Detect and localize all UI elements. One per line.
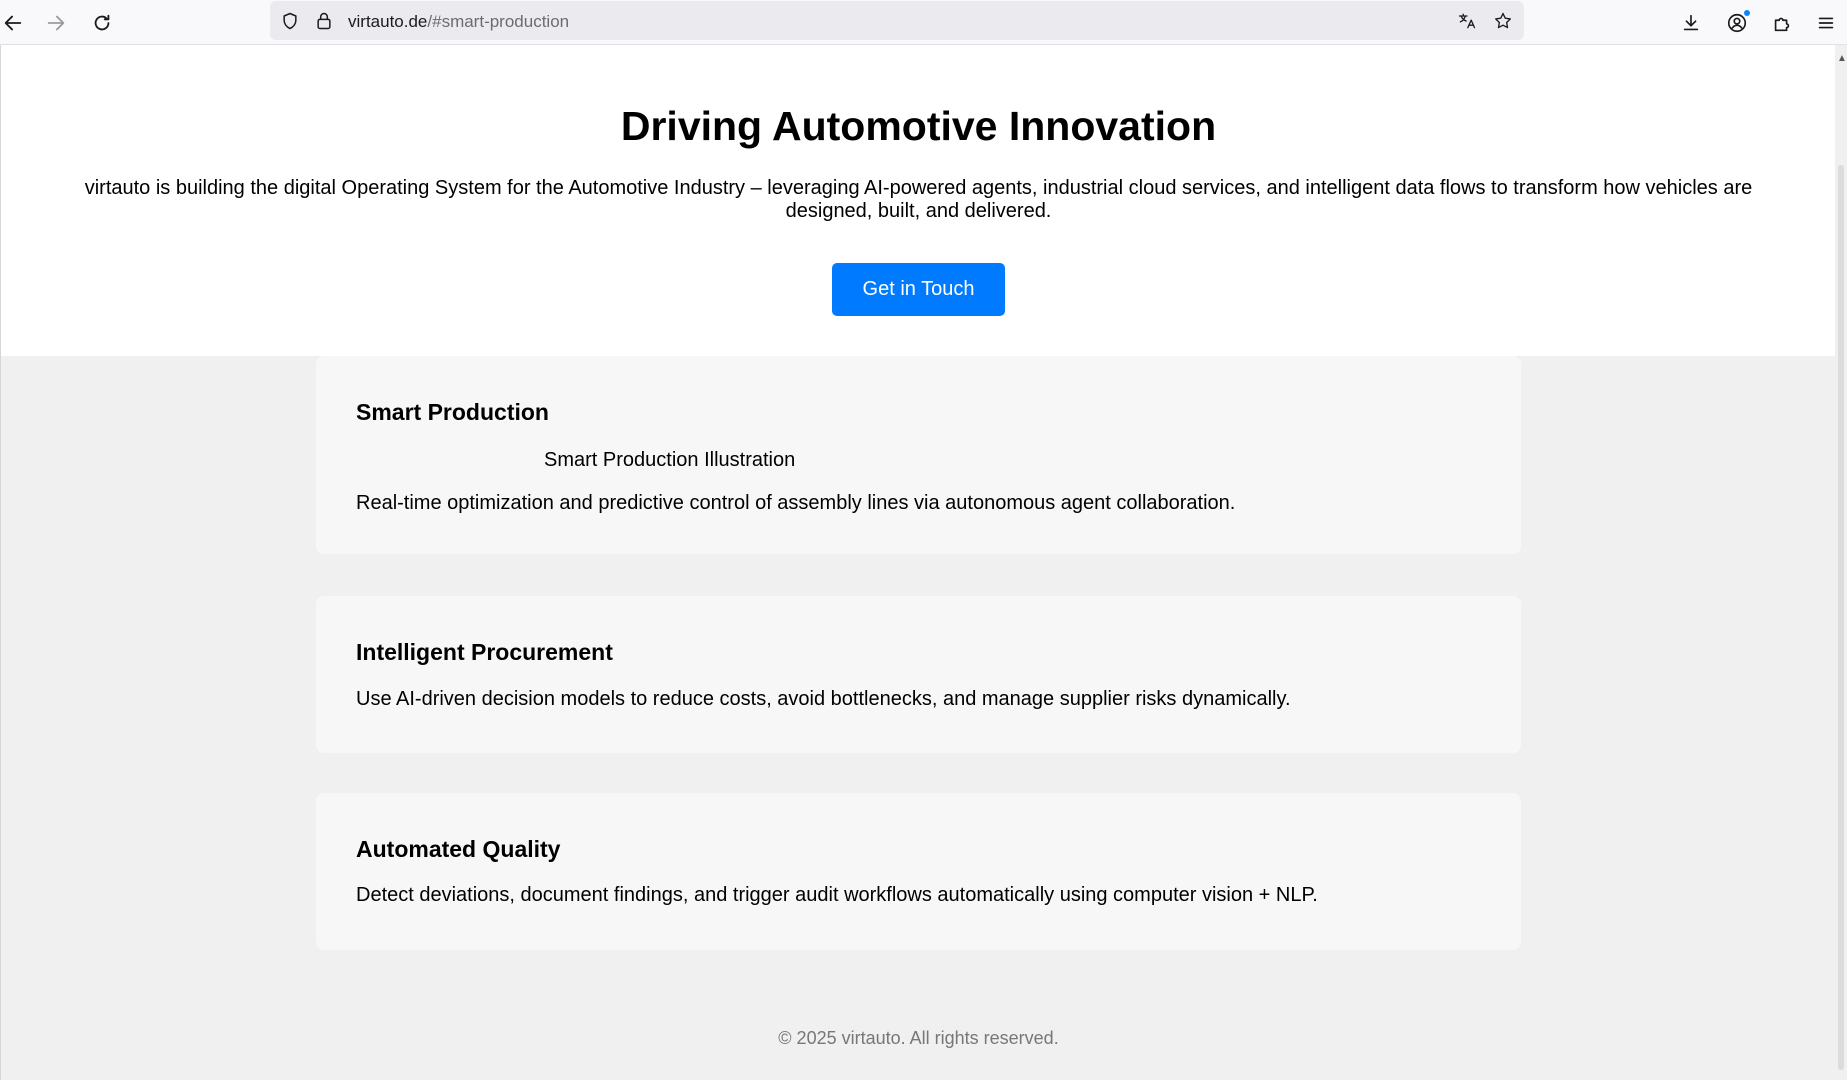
feature-title: Intelligent Procurement [356, 639, 613, 665]
scroll-up-arrow-icon[interactable]: ▲ [1837, 53, 1847, 64]
feature-card-smart-production: Smart Production Smart Production Illust… [316, 356, 1521, 554]
reload-button[interactable] [85, 6, 119, 40]
url-text[interactable]: virtauto.de/#smart-production [348, 12, 569, 32]
account-button[interactable] [1720, 6, 1754, 40]
notification-dot [1743, 9, 1751, 17]
smart-production-illustration: Smart Production Illustration [544, 449, 796, 471]
shield-icon[interactable] [279, 10, 301, 32]
back-button[interactable] [0, 6, 30, 40]
feature-title: Smart Production [356, 399, 549, 425]
scrollbar-thumb[interactable] [1838, 165, 1844, 1070]
extensions-button[interactable] [1765, 6, 1799, 40]
feature-title: Automated Quality [356, 836, 561, 862]
feature-card-automated-quality: Automated Quality Detect deviations, doc… [316, 793, 1521, 950]
footer-copyright: © 2025 virtauto. All rights reserved. [778, 1028, 1059, 1048]
hero-subtitle: virtauto is building the digital Operati… [84, 177, 1753, 222]
url-host: virtauto.de [348, 12, 428, 31]
page-scrollbar[interactable]: ▲ [1835, 45, 1847, 1080]
get-in-touch-button[interactable]: Get in Touch [832, 263, 1005, 316]
feature-card-intelligent-procurement: Intelligent Procurement Use AI-driven de… [316, 596, 1521, 753]
menu-button[interactable] [1809, 6, 1843, 40]
browser-toolbar: virtauto.de/#smart-production [0, 0, 1847, 45]
download-icon [1683, 14, 1699, 31]
feature-description: Use AI-driven decision models to reduce … [356, 688, 1291, 710]
lock-icon[interactable] [313, 10, 335, 32]
forward-button[interactable] [39, 6, 73, 40]
page-viewport: Driving Automotive Innovation virtauto i… [0, 45, 1836, 1080]
hero-section: Driving Automotive Innovation virtauto i… [1, 45, 1836, 356]
back-arrow-icon [4, 15, 22, 31]
hero-title: Driving Automotive Innovation [620, 103, 1217, 149]
puzzle-icon [1774, 17, 1790, 32]
address-bar[interactable]: virtauto.de/#smart-production [270, 1, 1524, 40]
bookmark-star-icon[interactable] [1492, 10, 1514, 32]
downloads-button[interactable] [1674, 6, 1708, 40]
translate-icon[interactable] [1456, 10, 1478, 32]
url-path: /#smart-production [427, 12, 570, 31]
reload-icon [94, 14, 110, 31]
forward-arrow-icon [47, 15, 65, 31]
feature-description: Real-time optimization and predictive co… [356, 492, 1236, 514]
hamburger-menu-icon [1818, 17, 1834, 29]
feature-description: Detect deviations, document findings, an… [356, 884, 1318, 906]
